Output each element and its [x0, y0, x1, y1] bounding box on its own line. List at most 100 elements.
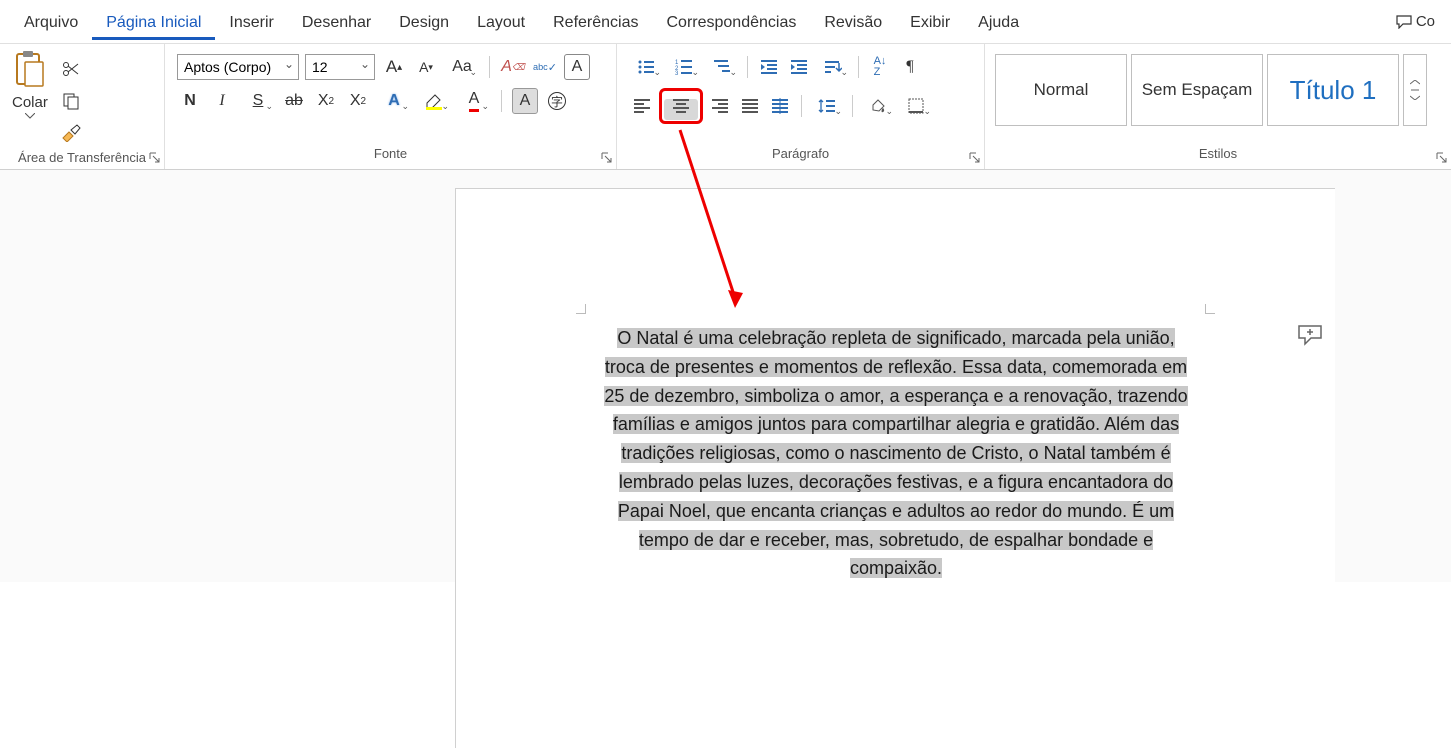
comment-icon: [1297, 324, 1323, 346]
phonetic-guide-button[interactable]: abc✓: [532, 54, 558, 80]
show-marks-button[interactable]: ¶: [897, 54, 923, 80]
font-group-label: Fonte: [171, 142, 610, 167]
document-body-text[interactable]: O Natal é uma celebração repleta de sign…: [596, 324, 1196, 583]
brush-icon: [61, 124, 81, 142]
tab-pagina-inicial[interactable]: Página Inicial: [92, 4, 215, 40]
line-spacing-icon: [818, 98, 836, 114]
svg-text:3: 3: [675, 71, 679, 75]
style-normal[interactable]: Normal: [995, 54, 1127, 126]
styles-group-label: Estilos: [991, 142, 1445, 167]
font-size-select[interactable]: [305, 54, 375, 80]
tab-referencias[interactable]: Referências: [539, 4, 652, 40]
copy-icon: [62, 92, 80, 110]
group-font: A▴ A▾ Aa A⌫ abc✓ A N I S ab X2 X2 A: [165, 44, 617, 169]
launcher-icon: [600, 151, 613, 164]
margin-mark: [1205, 304, 1215, 314]
style-title1[interactable]: Título 1: [1267, 54, 1399, 126]
tab-ajuda[interactable]: Ajuda: [964, 4, 1033, 40]
align-center-button[interactable]: [668, 93, 694, 119]
tab-desenhar[interactable]: Desenhar: [288, 4, 385, 40]
distribute-button[interactable]: [767, 93, 793, 119]
bold-button[interactable]: N: [177, 88, 203, 114]
numbering-button[interactable]: 123: [667, 54, 701, 80]
bullets-button[interactable]: [629, 54, 663, 80]
justify-button[interactable]: [737, 93, 763, 119]
font-family-select[interactable]: [177, 54, 299, 80]
separator: [852, 95, 853, 117]
launcher-icon: [148, 151, 161, 164]
launcher-icon: [968, 151, 981, 164]
change-case-button[interactable]: Aa: [445, 54, 479, 80]
comments-button[interactable]: Co: [1396, 13, 1441, 30]
font-color-button[interactable]: A: [457, 88, 491, 114]
clear-formatting-button[interactable]: A⌫: [500, 54, 526, 80]
align-left-button[interactable]: [629, 93, 655, 119]
sort-icon: [824, 59, 842, 75]
clipboard-launcher[interactable]: [148, 151, 162, 165]
tabs-left: Arquivo Página Inicial Inserir Desenhar …: [10, 4, 1033, 40]
style-no-spacing[interactable]: Sem Espaçam: [1131, 54, 1263, 126]
borders-icon: [908, 98, 924, 114]
shading-button[interactable]: [861, 93, 895, 119]
strikethrough-button[interactable]: ab: [281, 88, 307, 114]
comment-icon: [1396, 15, 1412, 29]
ribbon-tabs: Arquivo Página Inicial Inserir Desenhar …: [0, 0, 1451, 44]
separator: [489, 56, 490, 78]
increase-indent-icon: [790, 59, 808, 75]
document-area: O Natal é uma celebração repleta de sign…: [0, 170, 1451, 582]
comments-label: Co: [1416, 13, 1435, 30]
character-border-button[interactable]: A: [564, 54, 590, 80]
text-effects-button[interactable]: A: [377, 88, 411, 114]
tab-revisao[interactable]: Revisão: [810, 4, 896, 40]
tab-correspondencias[interactable]: Correspondências: [652, 4, 810, 40]
styles-launcher[interactable]: [1435, 151, 1449, 165]
highlight-button[interactable]: [417, 88, 451, 114]
selected-text: O Natal é uma celebração repleta de sign…: [604, 328, 1187, 578]
decrease-font-button[interactable]: A▾: [413, 54, 439, 80]
sort-button[interactable]: [816, 54, 850, 80]
multilevel-list-button[interactable]: [705, 54, 739, 80]
clipboard-group-label: Área de Transferência: [6, 146, 158, 171]
enclose-characters-button[interactable]: 字: [544, 88, 570, 114]
underline-button[interactable]: S: [241, 88, 275, 114]
sort-az-button[interactable]: A↓Z: [867, 54, 893, 80]
chevron-down-icon: [25, 113, 35, 119]
line-spacing-button[interactable]: [810, 93, 844, 119]
increase-font-button[interactable]: A▴: [381, 54, 407, 80]
add-comment-button[interactable]: [1297, 324, 1323, 346]
group-clipboard: Colar Área de Transferência: [0, 44, 165, 169]
separator: [747, 56, 748, 78]
align-right-button[interactable]: [707, 93, 733, 119]
styles-expand-button[interactable]: [1403, 54, 1427, 126]
paragraph-group-label: Parágrafo: [623, 142, 978, 167]
align-center-highlight: [659, 88, 703, 124]
character-shading-button[interactable]: A: [512, 88, 538, 114]
decrease-indent-icon: [760, 59, 778, 75]
separator: [501, 90, 502, 112]
font-launcher[interactable]: [600, 151, 614, 165]
tab-arquivo[interactable]: Arquivo: [10, 4, 92, 40]
cut-button[interactable]: [58, 56, 84, 82]
paragraph-launcher[interactable]: [968, 151, 982, 165]
borders-button[interactable]: [899, 93, 933, 119]
tab-layout[interactable]: Layout: [463, 4, 539, 40]
increase-indent-button[interactable]: [786, 54, 812, 80]
decrease-indent-button[interactable]: [756, 54, 782, 80]
paste-button[interactable]: Colar: [6, 50, 54, 119]
superscript-button[interactable]: X2: [345, 88, 371, 114]
bullets-icon: [637, 59, 655, 75]
tab-exibir[interactable]: Exibir: [896, 4, 964, 40]
copy-button[interactable]: [58, 88, 84, 114]
launcher-icon: [1435, 151, 1448, 164]
subscript-button[interactable]: X2: [313, 88, 339, 114]
format-painter-button[interactable]: [58, 120, 84, 146]
italic-button[interactable]: I: [209, 88, 235, 114]
document-page[interactable]: O Natal é uma celebração repleta de sign…: [455, 188, 1335, 748]
clipboard-icon: [13, 50, 47, 90]
justify-icon: [741, 98, 759, 114]
distribute-icon: [771, 98, 789, 114]
multilevel-icon: [713, 59, 731, 75]
tab-design[interactable]: Design: [385, 4, 463, 40]
tab-inserir[interactable]: Inserir: [215, 4, 287, 40]
highlighter-icon: [424, 91, 444, 111]
